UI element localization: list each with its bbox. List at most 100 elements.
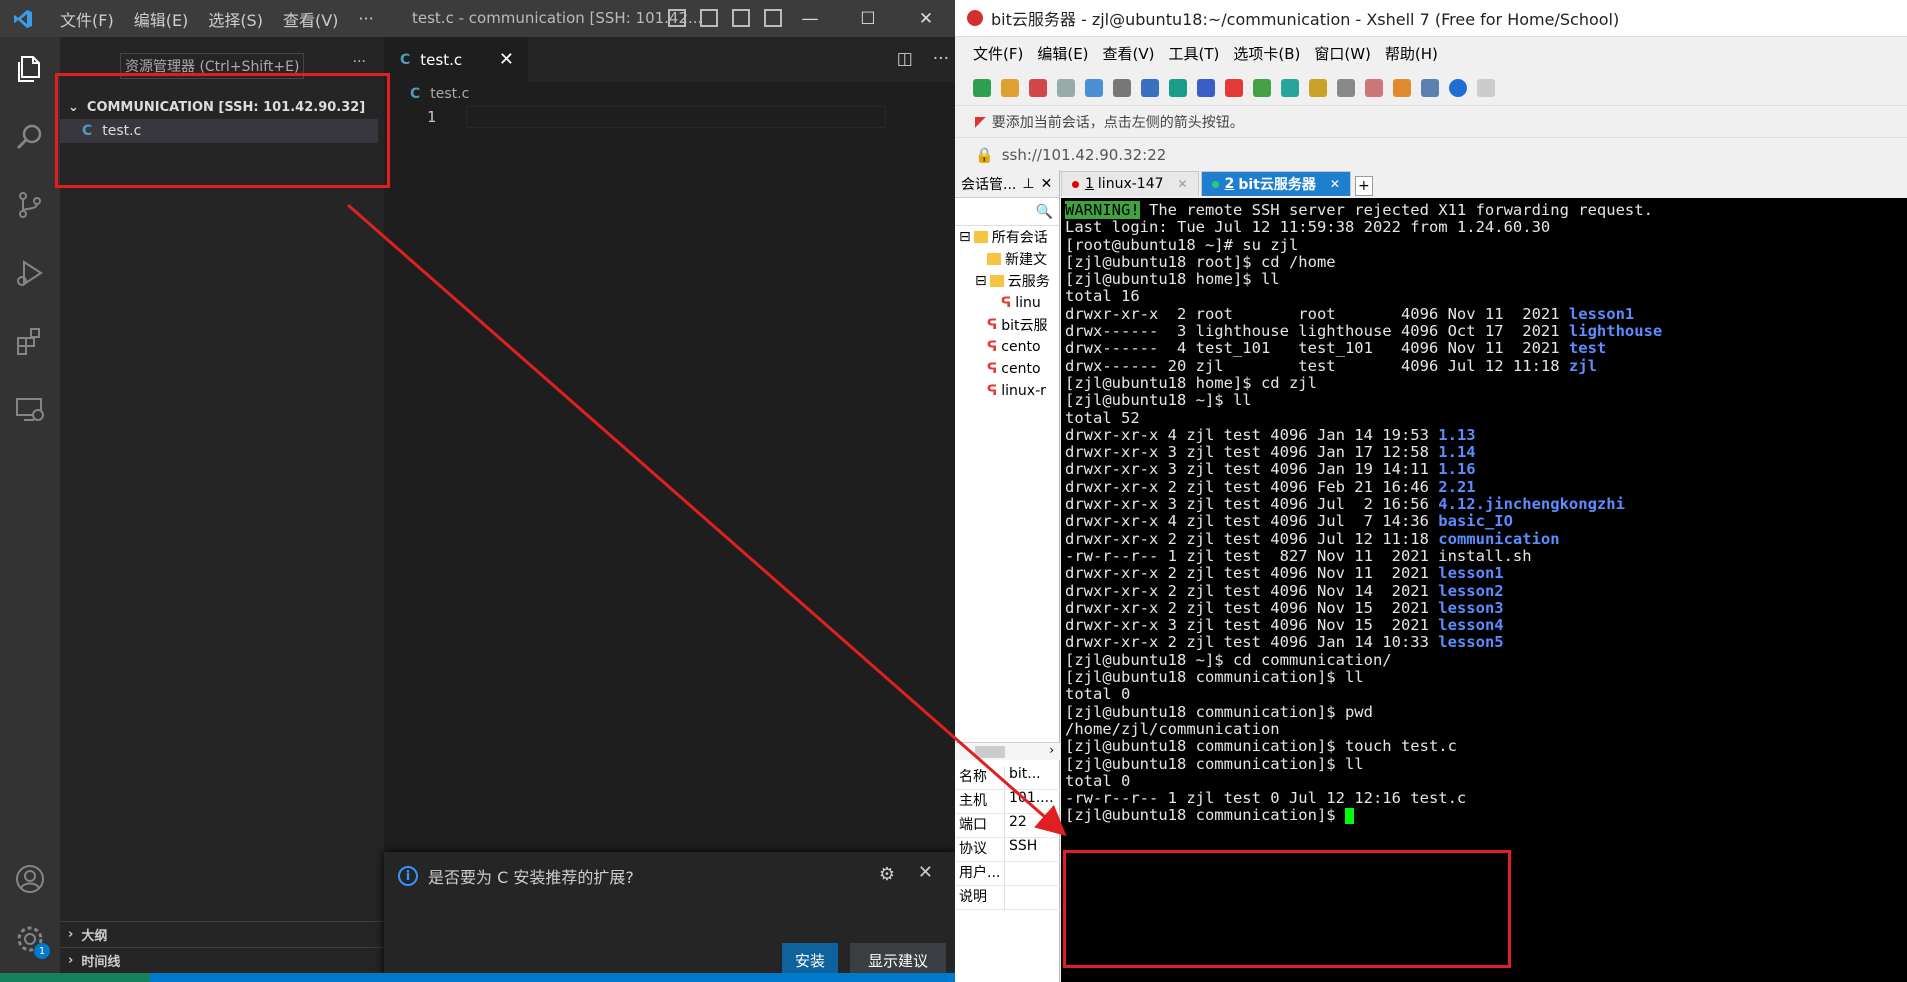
terminal-line: [zjl@ubuntu18 ~]$ cd communication/ xyxy=(1065,650,1392,669)
tree-centos-session[interactable]: ᕋ cento xyxy=(955,336,1059,358)
tree-bit-session[interactable]: ᕋ bit云服 xyxy=(955,314,1059,336)
outline-section[interactable]: › 大纲 xyxy=(60,921,384,946)
terminal-line: drwxr-xr-x 2 zjl test 4096 Nov 11 2021 l… xyxy=(1065,565,1907,582)
ls-entry-meta: drwxr-xr-x 2 zjl test 4096 Feb 21 16:46 xyxy=(1065,477,1439,496)
menu-selection[interactable]: 选择(S) xyxy=(198,7,273,31)
menu-file[interactable]: 文件(F) xyxy=(50,7,124,31)
tile-icon[interactable] xyxy=(1421,78,1439,97)
pin-icon[interactable]: ⊥ xyxy=(1022,176,1034,192)
address-bar[interactable]: 🔒 ssh://101.42.90.32:22 xyxy=(955,138,1907,172)
split-editor-icon[interactable]: ◫ xyxy=(897,49,913,69)
xs-menu-edit[interactable]: 编辑(E) xyxy=(1037,43,1088,64)
notification-settings-gear-icon[interactable]: ⚙ xyxy=(879,864,895,885)
install-button[interactable]: 安装 xyxy=(782,943,838,977)
source-control-icon[interactable] xyxy=(12,187,48,223)
tree-linux-r-session[interactable]: ᕋ linux-r xyxy=(955,380,1059,402)
disconnect-icon[interactable] xyxy=(1057,78,1075,97)
toggle-secondary-sidebar-icon[interactable] xyxy=(732,9,750,27)
xs-menu-view[interactable]: 查看(V) xyxy=(1103,43,1155,64)
new-session-icon[interactable] xyxy=(973,78,991,97)
notification-close-icon[interactable]: ✕ xyxy=(918,862,933,883)
tree-linux-session[interactable]: ᕋ linu xyxy=(955,292,1059,314)
new-tab-icon[interactable]: + xyxy=(1354,176,1373,196)
font-icon[interactable] xyxy=(1197,78,1215,97)
xshell-icon[interactable] xyxy=(1225,78,1243,97)
menu-view[interactable]: 查看(V) xyxy=(273,7,348,31)
keyboard-icon[interactable] xyxy=(1337,78,1355,97)
lock-icon[interactable] xyxy=(1309,78,1327,97)
add-tab-icon[interactable] xyxy=(1393,78,1411,97)
terminal-line: /home/zjl/communication xyxy=(1065,719,1280,738)
prop-key: 主机 xyxy=(955,790,1005,813)
editor-more-icon[interactable]: ··· xyxy=(933,49,949,69)
editor-tab-test-c[interactable]: C test.c ✕ xyxy=(384,37,528,82)
help-icon[interactable] xyxy=(1449,78,1467,97)
find-icon[interactable] xyxy=(1113,78,1131,97)
extensions-icon[interactable] xyxy=(12,323,48,359)
session-tab-linux-147[interactable]: 1 linux-147 ✕ xyxy=(1061,171,1199,196)
search-icon[interactable]: 🔍 xyxy=(1036,204,1053,220)
current-line-highlight[interactable] xyxy=(466,106,886,128)
xs-menu-tools[interactable]: 工具(T) xyxy=(1169,43,1220,64)
terminal-line: Last login: Tue Jul 12 11:59:38 2022 fro… xyxy=(1065,218,1551,237)
horizontal-scrollbar[interactable]: › xyxy=(955,742,1060,760)
explorer-icon[interactable] xyxy=(12,51,48,87)
fullscreen-icon[interactable] xyxy=(1281,78,1299,97)
globe-icon[interactable] xyxy=(1169,78,1187,97)
close-icon[interactable]: ✕ xyxy=(897,0,955,37)
xs-menu-tabs[interactable]: 选项卡(B) xyxy=(1233,43,1300,64)
xs-menu-file[interactable]: 文件(F) xyxy=(973,43,1023,64)
maximize-icon[interactable]: ☐ xyxy=(839,0,897,37)
xftp-icon[interactable] xyxy=(1253,78,1271,97)
code-line[interactable]: 1 xyxy=(384,106,955,128)
ls-entry-meta: drwx------ 4 test_101 test_101 4096 Nov … xyxy=(1065,339,1569,358)
remote-explorer-icon[interactable] xyxy=(12,391,48,427)
properties-icon[interactable] xyxy=(1085,78,1103,97)
menu-edit[interactable]: 编辑(E) xyxy=(124,7,199,31)
scroll-right-icon[interactable]: › xyxy=(1049,743,1054,757)
xs-menu-window[interactable]: 窗口(W) xyxy=(1314,43,1371,64)
directory-name: lesson1 xyxy=(1568,304,1635,323)
terminal-prompt-line[interactable]: [zjl@ubuntu18 communication]$ xyxy=(1065,807,1907,824)
run-debug-icon[interactable] xyxy=(12,255,48,291)
customize-layout-icon[interactable] xyxy=(764,9,782,27)
folder-icon xyxy=(989,275,1004,287)
chevron-right-icon: › xyxy=(68,926,74,942)
minimize-icon[interactable]: — xyxy=(781,0,839,37)
window-controls: — ☐ ✕ xyxy=(781,0,955,37)
terminal-line: drwxr-xr-x 2 zjl test 4096 Jan 14 10:33 … xyxy=(1065,634,1907,651)
reconnect-icon[interactable] xyxy=(1029,78,1047,97)
tree-centos-session[interactable]: ᕋ cento xyxy=(955,358,1059,380)
close-panel-icon[interactable]: ✕ xyxy=(1041,176,1053,192)
timeline-section[interactable]: › 时间线 xyxy=(60,947,384,972)
manage-gear-icon[interactable]: 1 xyxy=(12,921,50,959)
chat-icon[interactable] xyxy=(1477,78,1495,97)
breadcrumb[interactable]: C test.c xyxy=(384,82,955,106)
prop-value: 101.... xyxy=(1009,790,1054,806)
tree-new-folder[interactable]: 新建文 xyxy=(955,248,1059,270)
layout-icon[interactable] xyxy=(1141,78,1159,97)
terminal-line: [zjl@ubuntu18 ~]$ ll xyxy=(1065,391,1252,410)
close-tab-icon[interactable]: ✕ xyxy=(1178,177,1188,191)
close-tab-icon[interactable]: ✕ xyxy=(499,49,514,70)
accounts-icon[interactable] xyxy=(12,861,48,897)
toggle-panel-icon[interactable] xyxy=(700,9,718,27)
close-tab-icon[interactable]: ✕ xyxy=(1330,177,1340,191)
toggle-sidebar-icon[interactable] xyxy=(668,9,686,27)
open-folder-icon[interactable] xyxy=(1001,78,1019,97)
highlight-icon[interactable] xyxy=(1365,78,1383,97)
ls-entry-meta: drwxr-xr-x 3 zjl test 4096 Jan 17 12:58 xyxy=(1065,443,1439,462)
remote-status-indicator[interactable] xyxy=(0,973,150,982)
session-search[interactable]: 🔍 xyxy=(955,198,1059,226)
xs-menu-help[interactable]: 帮助(H) xyxy=(1385,43,1438,64)
search-icon[interactable] xyxy=(12,119,48,155)
explorer-more-icon[interactable]: ··· xyxy=(353,54,366,70)
tree-all-sessions[interactable]: ⊟ 所有会话 xyxy=(955,226,1059,248)
menu-more[interactable]: ··· xyxy=(348,9,383,28)
notification-body: i 是否要为 C 安装推荐的扩展? xyxy=(398,864,634,888)
session-tab-bit-server[interactable]: 2 bit云服务器 ✕ xyxy=(1200,171,1351,196)
show-recommendations-button[interactable]: 显示建议 xyxy=(850,943,946,977)
scrollbar-thumb[interactable] xyxy=(975,746,1005,758)
tree-cloud-folder[interactable]: ⊟ 云服务 xyxy=(955,270,1059,292)
bookmark-arrow-icon[interactable]: ◤ xyxy=(975,114,986,130)
